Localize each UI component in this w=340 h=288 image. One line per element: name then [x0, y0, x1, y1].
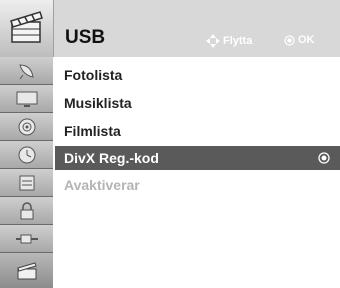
- list-item-label: Fotolista: [64, 67, 123, 83]
- ok-hint: OK: [284, 34, 315, 46]
- usb-clapper-icon: [0, 0, 54, 57]
- options-icon[interactable]: [0, 169, 53, 197]
- lock-icon[interactable]: [0, 197, 53, 225]
- usb-clapper-icon[interactable]: [0, 253, 53, 288]
- page-title: USB: [65, 27, 106, 48]
- list-item-label: Avaktiverar: [64, 177, 140, 193]
- usb-menu-list: Fotolista Musiklista Filmlista DivX Reg.…: [55, 57, 340, 288]
- input-cable-icon[interactable]: [0, 225, 53, 253]
- list-item-selected[interactable]: DivX Reg.-kod: [55, 146, 340, 170]
- move-hint-label: Flytta: [223, 35, 253, 47]
- list-item-label: Filmlista: [64, 123, 121, 139]
- category-sidebar: [0, 57, 53, 288]
- list-item-label: DivX Reg.-kod: [64, 150, 159, 166]
- ok-circle-icon: [284, 34, 295, 46]
- monitor-icon[interactable]: [0, 85, 53, 113]
- usb-menu-screen: USB Flytta OK Fotolista Musiklista Filml…: [0, 0, 340, 288]
- list-item[interactable]: Fotolista: [55, 63, 340, 87]
- clock-icon[interactable]: [0, 141, 53, 169]
- list-item-disabled: Avaktiverar: [55, 173, 340, 197]
- list-item[interactable]: Musiklista: [55, 91, 340, 115]
- satellite-dish-icon[interactable]: [0, 57, 53, 85]
- speaker-icon[interactable]: [0, 113, 53, 141]
- ok-hint-label: OK: [298, 34, 315, 46]
- four-way-arrow-icon: [206, 34, 220, 48]
- move-hint: Flytta: [206, 34, 252, 48]
- list-item-label: Musiklista: [64, 95, 132, 111]
- menu-header: USB Flytta OK: [0, 0, 340, 57]
- list-item[interactable]: Filmlista: [55, 119, 340, 143]
- ok-circle-icon: [318, 152, 330, 164]
